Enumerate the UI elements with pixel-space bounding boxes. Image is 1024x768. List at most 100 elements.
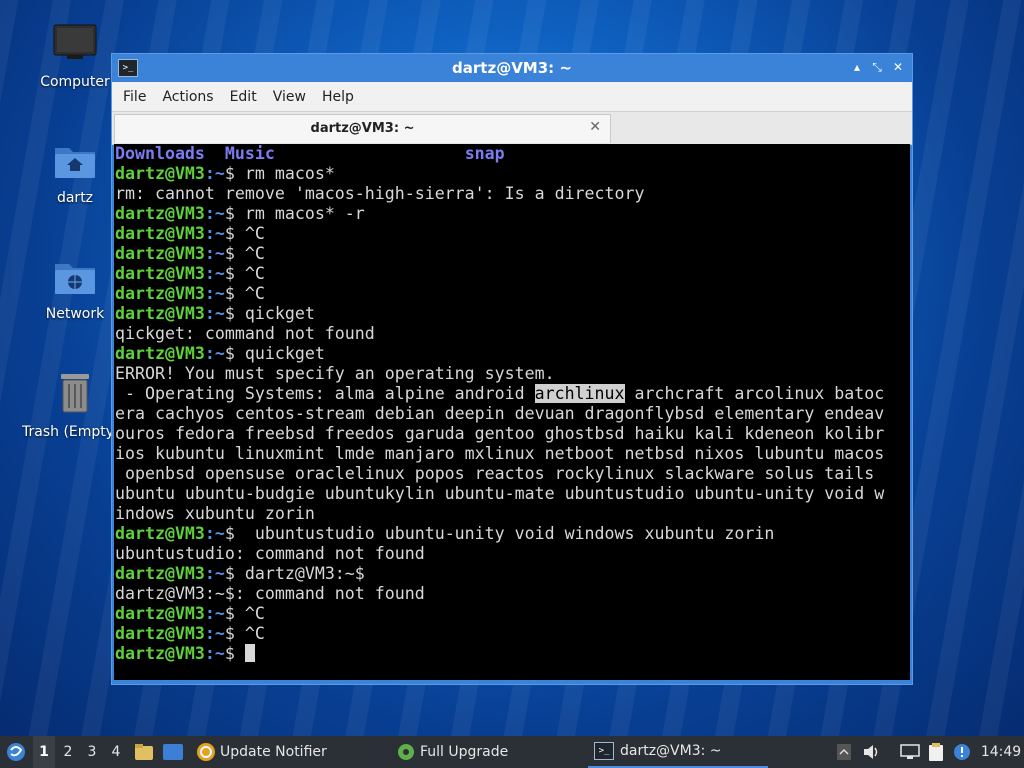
workspace-3[interactable]: 3 (81, 736, 103, 768)
workspace-4[interactable]: 4 (105, 736, 127, 768)
terminal-prompt-line: dartz@VM3:~$ ^C (114, 624, 910, 644)
terminal-output-line: ubuntu ubuntu-budgie ubuntukylin ubuntu-… (115, 484, 885, 503)
prompt-dollar: $ (224, 284, 245, 303)
terminal-prompt-line: dartz@VM3:~$ ^C (114, 284, 910, 304)
dir-entry: Downloads (115, 144, 205, 163)
menu-edit[interactable]: Edit (222, 89, 265, 105)
terminal-prompt-line: dartz@VM3:~$ ^C (114, 244, 910, 264)
prompt-dollar: $ (224, 204, 245, 223)
prompt-user: dartz@VM3 (115, 304, 205, 323)
update-notifier-icon (196, 742, 216, 762)
clock[interactable]: 14:49 (980, 736, 1022, 768)
prompt-path: :~ (204, 224, 225, 243)
close-button[interactable]: ✕ (891, 60, 905, 74)
prompt-user: dartz@VM3 (115, 564, 205, 583)
taskbar: 1 2 3 4 Update Notifier Full Upgrade >_ … (0, 736, 1024, 768)
menu-actions[interactable]: Actions (154, 89, 221, 105)
terminal-output-line: rm: cannot remove 'macos-high-sierra': I… (115, 184, 645, 203)
home-folder-icon (27, 142, 123, 184)
prompt-path: :~ (204, 604, 225, 623)
menu-help[interactable]: Help (314, 89, 362, 105)
terminal-output-line: - Operating Systems: alma alpine android… (114, 384, 910, 404)
prompt-path: :~ (204, 204, 225, 223)
terminal-output-line: era cachyos centos-stream debian deepin … (115, 404, 885, 423)
command-text: qickget (244, 304, 315, 323)
desktop-icon-label: Computer (40, 74, 110, 90)
prompt-dollar: $ (224, 524, 245, 543)
terminal-output-line: ouros fedora freebsd freedos garuda gent… (115, 424, 885, 443)
terminal-prompt-line: dartz@VM3:~$ ^C (114, 264, 910, 284)
terminal-prompt-line: dartz@VM3:~$ dartz@VM3:~$ (114, 564, 910, 584)
command-text: quickget (244, 344, 325, 363)
command-text: ^C (244, 624, 265, 643)
tab-terminal[interactable]: dartz@VM3: ~ ✕ (114, 114, 611, 143)
prompt-path: :~ (204, 624, 225, 643)
command-text: rm macos* (244, 164, 335, 183)
dir-entry: snap (464, 144, 505, 163)
minimize-button[interactable]: ▴ (850, 60, 864, 74)
desktop-icon-network[interactable]: Network (27, 258, 123, 322)
gear-icon (396, 742, 416, 762)
command-text: rm macos* -r (244, 204, 365, 223)
prompt-path: :~ (204, 344, 225, 363)
workspace-2[interactable]: 2 (57, 736, 79, 768)
terminal-prompt-line: dartz@VM3:~$ ^C (114, 224, 910, 244)
maximize-button[interactable]: ⤡ (870, 60, 884, 75)
task-update-notifier[interactable]: Update Notifier (190, 736, 333, 768)
window-title: dartz@VM3: ~ (452, 59, 572, 77)
prompt-dollar: $ (224, 344, 245, 363)
terminal-output-line: indows xubuntu zorin (115, 504, 315, 523)
prompt-user: dartz@VM3 (115, 344, 205, 363)
workspace-1[interactable]: 1 (33, 736, 55, 768)
volume-icon[interactable] (862, 736, 882, 768)
task-label: Full Upgrade (420, 744, 509, 760)
task-full-upgrade[interactable]: Full Upgrade (390, 736, 514, 768)
menubar: File Actions Edit View Help (112, 82, 912, 112)
terminal-window: >_ dartz@VM3: ~ ▴ ⤡ ✕ File Actions Edit … (111, 53, 913, 685)
tab-bar: dartz@VM3: ~ ✕ (112, 112, 912, 145)
output-text: - Operating Systems: alma alpine android (115, 384, 535, 403)
prompt-dollar: $ (224, 644, 245, 663)
command-text: ^C (244, 244, 265, 263)
terminal-prompt-line: dartz@VM3:~$ ^C (114, 604, 910, 624)
start-menu-icon[interactable] (4, 736, 28, 768)
desktop-icon-home[interactable]: dartz (27, 142, 123, 206)
terminal-prompt-line: dartz@VM3:~$ (114, 644, 910, 664)
show-desktop-icon[interactable] (162, 736, 184, 768)
prompt-user: dartz@VM3 (115, 244, 205, 263)
terminal-output-line: openbsd opensuse oraclelinux popos react… (115, 464, 875, 483)
notification-icon[interactable] (952, 736, 972, 768)
task-label: Update Notifier (220, 744, 327, 760)
desktop-icon-label: Trash (Empty) (22, 424, 120, 440)
terminal-prompt-line: dartz@VM3:~$ ubuntustudio ubuntu-unity v… (114, 524, 910, 544)
terminal-line-dirs: Downloads Music snap (114, 144, 910, 164)
terminal-output-line: qickget: command not found (115, 324, 375, 343)
prompt-user: dartz@VM3 (115, 604, 205, 623)
prompt-user: dartz@VM3 (115, 644, 205, 663)
menu-view[interactable]: View (265, 89, 314, 105)
selected-text[interactable]: archlinux (534, 384, 625, 403)
command-text: ^C (244, 264, 265, 283)
text-cursor (244, 644, 255, 662)
terminal-output-line: ubuntustudio: command not found (115, 544, 425, 563)
prompt-path: :~ (204, 164, 225, 183)
terminal-prompt-line: dartz@VM3:~$ qickget (114, 304, 910, 324)
prompt-dollar: $ (224, 604, 245, 623)
menu-file[interactable]: File (115, 89, 154, 105)
tab-close-icon[interactable]: ✕ (589, 119, 601, 135)
clipboard-icon[interactable] (926, 736, 946, 768)
desktop-icon-computer[interactable]: Computer (27, 24, 123, 90)
window-titlebar[interactable]: >_ dartz@VM3: ~ ▴ ⤡ ✕ (112, 54, 912, 82)
computer-icon (27, 24, 123, 68)
terminal-output[interactable]: Downloads Music snap dartz@VM3:~$ rm mac… (114, 144, 910, 680)
prompt-path: :~ (204, 264, 225, 283)
prompt-dollar: $ (224, 564, 245, 583)
task-terminal[interactable]: >_ dartz@VM3: ~ (588, 736, 768, 768)
file-manager-icon[interactable] (134, 736, 154, 768)
terminal-output-line: ERROR! You must specify an operating sys… (115, 364, 555, 383)
command-text: ^C (244, 284, 265, 303)
tray-expand-icon[interactable] (835, 736, 853, 768)
network-tray-icon[interactable] (899, 736, 921, 768)
terminal-output-line: ios kubuntu linuxmint lmde manjaro mxlin… (115, 444, 885, 463)
network-folder-icon (27, 258, 123, 300)
